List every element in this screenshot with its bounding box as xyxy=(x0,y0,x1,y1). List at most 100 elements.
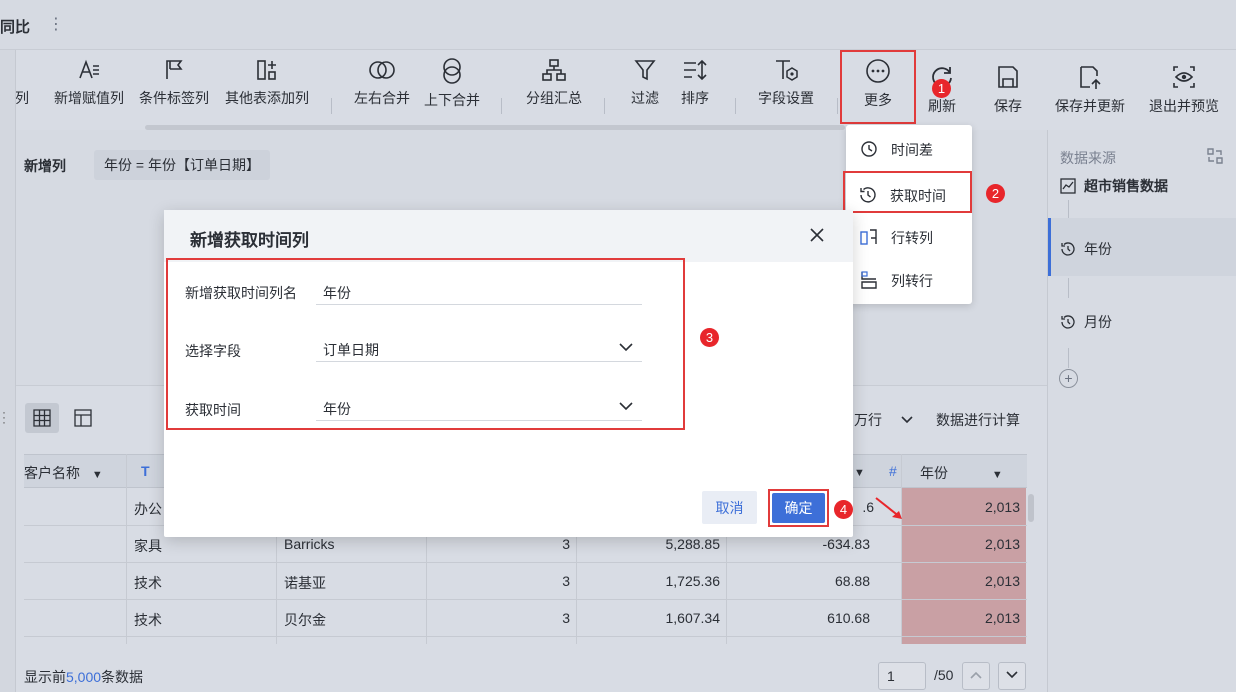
formula-label: 新增列 xyxy=(24,158,66,174)
grid-view-button[interactable] xyxy=(25,403,59,433)
data-source-item[interactable]: 超市销售数据 xyxy=(1060,176,1168,196)
menu-item-time-diff[interactable]: 时间差 xyxy=(846,127,972,169)
more-dots-icon[interactable]: ⋮ xyxy=(48,14,64,34)
table-scrollbar[interactable] xyxy=(1028,494,1034,522)
cell-sales: 1,725.36 xyxy=(665,573,721,589)
dialog-title: 新增获取时间列 xyxy=(190,231,309,250)
step-connector xyxy=(1068,200,1069,218)
menu-item-col-to-row[interactable]: 列转行 xyxy=(846,258,972,300)
exit-and-preview-button[interactable]: 退出并预览 xyxy=(1144,64,1224,116)
page-input[interactable]: 1 xyxy=(878,662,926,690)
save-icon xyxy=(998,66,1018,88)
column-name-label: 新增获取时间列名 xyxy=(185,285,297,301)
steps-panel: 数据来源 超市销售数据 年份 月份 + xyxy=(1047,130,1236,692)
close-icon[interactable] xyxy=(808,226,826,244)
column-name-input[interactable]: 年份 xyxy=(316,275,642,305)
merge-horizontal-icon xyxy=(369,61,395,79)
cell-year: 2,013 xyxy=(984,610,1020,626)
ok-button-highlight: 确定 xyxy=(768,489,829,527)
step-badge-1: 1 xyxy=(932,79,951,98)
cell-category: 办公 xyxy=(134,501,162,517)
group-summary-button[interactable]: 分组汇总 xyxy=(522,58,586,108)
layout-icon xyxy=(74,409,92,427)
step-connector xyxy=(1068,278,1069,298)
table-row[interactable]: 技术 贝尔金 3 1,607.34 610.68 2,013 xyxy=(24,600,1027,637)
sort-button[interactable]: 排序 xyxy=(676,58,714,108)
save-update-icon xyxy=(1080,66,1101,89)
cell-year: 2,013 xyxy=(984,536,1020,552)
dataset-icon xyxy=(1060,178,1076,194)
step-item-month[interactable]: 月份 xyxy=(1060,312,1112,332)
cell-year: 2,013 xyxy=(984,573,1020,589)
cell-profit: 610.68 xyxy=(827,610,870,626)
table-row[interactable]: 技术 诺基亚 3 1,725.36 68.88 2,013 xyxy=(24,563,1027,600)
filter-button[interactable]: 过滤 xyxy=(626,58,664,108)
get-time-dropdown[interactable]: 年份 xyxy=(316,391,642,421)
chevron-down-icon xyxy=(619,402,633,411)
top-bar: 同比 ⋮ xyxy=(0,0,1236,50)
number-type-icon: # xyxy=(889,463,897,479)
row-count-text: 显示前5,000条数据 xyxy=(24,669,144,685)
cell-category: 家具 xyxy=(134,538,162,554)
step-item-year[interactable]: 年份 xyxy=(1060,239,1112,259)
cell-category: 技术 xyxy=(134,612,162,628)
clock-rewind-icon xyxy=(1061,315,1075,329)
step-badge-3: 3 xyxy=(700,328,719,347)
flag-icon xyxy=(166,60,183,79)
menu-item-get-time[interactable]: 获取时间 xyxy=(843,171,972,213)
add-step-button[interactable]: + xyxy=(1059,369,1078,388)
cell-profit: 68.88 xyxy=(834,573,870,589)
cancel-button[interactable]: 取消 xyxy=(702,491,757,524)
menu-item-row-to-col[interactable]: 行转列 xyxy=(846,215,972,257)
sort-icon xyxy=(684,59,707,81)
select-field-dropdown[interactable]: 订单日期 xyxy=(316,332,642,362)
get-time-label: 获取时间 xyxy=(185,402,241,418)
ok-button[interactable]: 确定 xyxy=(772,493,825,523)
cell-sales: 5,288.85 xyxy=(665,536,721,552)
dialog-header: 新增获取时间列 xyxy=(164,210,853,262)
merge-top-bottom-button[interactable]: 上下合并 xyxy=(421,58,483,110)
save-and-update-button[interactable]: 保存并更新 xyxy=(1050,64,1130,116)
page-title: 同比 xyxy=(0,19,31,36)
toolbar-separator xyxy=(331,98,332,114)
page-down-button[interactable] xyxy=(998,662,1026,690)
cell-qty: 3 xyxy=(562,610,570,626)
condition-tag-column-button[interactable]: 条件标签列 xyxy=(136,58,212,108)
text-type-icon: T xyxy=(141,463,150,479)
add-column-icon xyxy=(257,60,276,80)
other-table-add-column-button[interactable]: 其他表添加列 xyxy=(222,58,312,108)
add-get-time-column-dialog: 新增获取时间列 新增获取时间列名 年份 选择字段 订单日期 获取时间 年份 取消… xyxy=(164,210,853,537)
unit-select[interactable]: 万行 xyxy=(854,410,914,430)
header-year[interactable]: 年份 ▼ xyxy=(920,463,1003,483)
clock-rewind-icon xyxy=(860,187,876,203)
hierarchy-icon xyxy=(542,59,566,81)
cell-sales: 1,607.34 xyxy=(665,610,721,626)
caret-down-icon: ▼ xyxy=(91,469,103,481)
page-up-button[interactable] xyxy=(962,662,990,690)
switch-icon[interactable] xyxy=(1206,147,1224,165)
add-assign-column-button[interactable]: 新增赋值列 xyxy=(50,58,128,108)
col-to-row-icon xyxy=(861,271,877,289)
toolbar-separator xyxy=(735,98,736,114)
cell-year: 2,013 xyxy=(984,499,1020,515)
more-dropdown-menu: 时间差 获取时间 行转列 列转行 xyxy=(843,125,972,304)
cell-name: Barricks xyxy=(284,536,335,552)
clock-icon xyxy=(861,141,877,157)
caret-down-icon: ▼ xyxy=(991,469,1003,481)
save-button[interactable]: 保存 xyxy=(986,64,1030,116)
left-sidebar-strip: · · · xyxy=(0,50,16,692)
chevron-down-icon xyxy=(619,343,633,352)
step-connector xyxy=(1068,348,1069,368)
chevron-down-icon xyxy=(901,416,913,424)
clock-rewind-icon xyxy=(1061,242,1075,256)
formula-expression[interactable]: 年份 = 年份【订单日期】 xyxy=(94,150,270,180)
field-settings-button[interactable]: 字段设置 xyxy=(754,58,818,108)
caret-down-icon[interactable]: ▼ xyxy=(854,463,865,479)
chevron-up-icon xyxy=(970,671,982,679)
text-format-icon xyxy=(79,59,99,79)
merge-left-right-button[interactable]: 左右合并 xyxy=(351,58,413,108)
drag-handle-icon[interactable]: · · · xyxy=(2,406,6,428)
toolbar-separator xyxy=(604,98,605,114)
header-customer-name[interactable]: 客户名称 ▼ xyxy=(24,463,103,483)
layout-view-button[interactable] xyxy=(66,403,100,433)
